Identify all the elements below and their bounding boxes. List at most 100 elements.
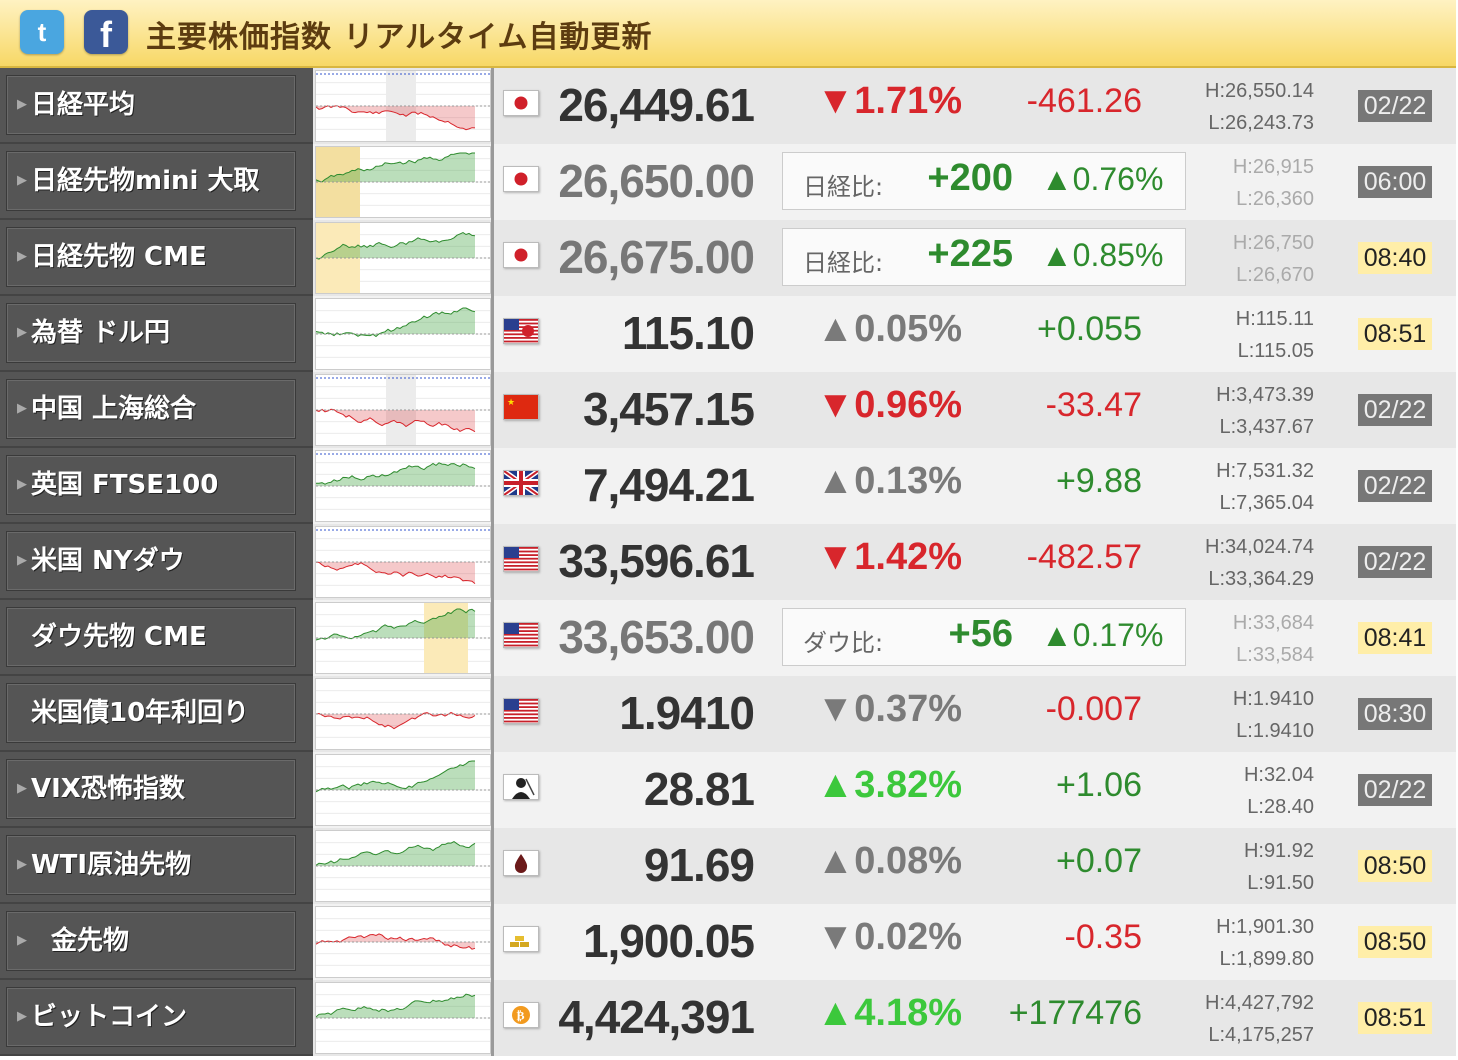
expand-triangle-icon[interactable]: ▶ <box>17 456 27 514</box>
price-value: 33,653.00 <box>558 611 755 663</box>
cn-flag-icon: ★ <box>503 394 539 420</box>
gold-flag-icon <box>503 926 539 952</box>
index-name: 日経平均 <box>31 90 136 120</box>
mini-chart[interactable] <box>315 298 491 370</box>
index-name: 米国 NYダウ <box>31 546 185 576</box>
column-divider <box>491 372 494 448</box>
expand-triangle-icon[interactable]: ▶ <box>17 532 27 590</box>
column-divider <box>491 220 494 296</box>
index-name-box[interactable]: ▶ 日経先物mini 大取 <box>6 151 296 211</box>
table-row[interactable]: ▶ VIX恐怖指数 28.81 ▲3.82% +1.06 H:32.04 L:28.40 02… <box>0 752 1456 828</box>
table-row[interactable]: ▶ ビットコイン ₿ 4,424,391 ▲4.18% +177476 H:4,427,79… <box>0 980 1456 1056</box>
high-value: H:4,427,792 <box>1205 992 1314 1014</box>
table-row[interactable]: ▶ 日経先物mini 大取 26,650.00 日経比: +200 ▲0.76% H:26,… <box>0 144 1456 220</box>
mini-chart-svg <box>315 690 490 738</box>
expand-triangle-icon[interactable]: ▶ <box>17 912 27 970</box>
expand-triangle-icon[interactable]: ▶ <box>17 76 27 134</box>
expand-triangle-icon[interactable]: ▶ <box>17 152 27 210</box>
us-flag-icon <box>503 546 539 572</box>
index-name-cell[interactable]: ▶ 金先物 <box>0 904 313 980</box>
mini-chart-svg <box>315 453 490 510</box>
mini-chart[interactable] <box>315 222 491 294</box>
index-name-cell[interactable]: ▶ WTI原油先物 <box>0 828 313 904</box>
mini-chart[interactable] <box>315 830 491 902</box>
vix-flag-icon <box>503 774 539 800</box>
index-name-box[interactable]: ▶ 為替 ドル円 <box>6 303 296 363</box>
index-name-cell[interactable]: ▶ 日経先物 CME <box>0 220 313 296</box>
index-name-box[interactable]: ▶ WTI原油先物 <box>6 835 296 895</box>
index-name-box[interactable]: ▶ 日経平均 <box>6 75 296 135</box>
expand-triangle-icon[interactable]: ▶ <box>17 380 27 438</box>
index-name-box[interactable]: ダウ先物 CME <box>6 607 296 667</box>
mini-chart[interactable] <box>315 982 491 1054</box>
page-header: t f 主要株価指数 リアルタイム自動更新 <box>0 0 1456 68</box>
high-value: H:26,750 <box>1232 232 1314 254</box>
index-name-box[interactable]: ▶ 中国 上海総合 <box>6 379 296 439</box>
expand-triangle-icon[interactable]: ▶ <box>17 760 27 818</box>
index-name-cell[interactable]: 米国債10年利回り <box>0 676 313 752</box>
table-row[interactable]: ▶ 金先物 1,900.05 ▼0.02% -0.35 H:1,901.30 L:1,899… <box>0 904 1456 980</box>
facebook-icon[interactable]: f <box>84 10 128 55</box>
table-row[interactable]: ▶ 米国 NYダウ 33,596.61 ▼1.42% -482.57 H:34,024.7… <box>0 524 1456 600</box>
table-row[interactable]: ▶ 為替 ドル円 115.10 ▲0.05% +0.055 H:115.11 L:115.0… <box>0 296 1456 372</box>
table-row[interactable]: ▶ 中国 上海総合 ★ 3,457.15 ▼0.96% -33.47 H:3,473.39 L… <box>0 372 1456 448</box>
low-value: L:26,243.73 <box>1208 112 1314 134</box>
expand-triangle-icon[interactable]: ▶ <box>17 836 27 894</box>
index-name-box[interactable]: ▶ 金先物 <box>6 911 296 971</box>
high-value: H:1,901.30 <box>1216 916 1314 938</box>
price-value: 91.69 <box>643 839 755 891</box>
index-name-cell[interactable]: ▶ 為替 ドル円 <box>0 296 313 372</box>
index-name-cell[interactable]: ▶ 日経平均 <box>0 68 313 144</box>
index-name-cell[interactable]: ▶ ビットコイン <box>0 980 313 1056</box>
mini-chart[interactable] <box>315 450 491 522</box>
index-name-box[interactable]: ▶ ビットコイン <box>6 987 296 1047</box>
mini-chart[interactable] <box>315 754 491 826</box>
index-name-box[interactable]: 米国債10年利回り <box>6 683 296 743</box>
table-row[interactable]: ▶ 英国 FTSE100 7,494.21 ▲0.13% +9.88 H:7,531.32… <box>0 448 1456 524</box>
mini-chart[interactable] <box>315 906 491 978</box>
futures-diff-value: +200 <box>927 157 1013 199</box>
index-name-box[interactable]: ▶ VIX恐怖指数 <box>6 759 296 819</box>
index-name-box[interactable]: ▶ 日経先物 CME <box>6 227 296 287</box>
index-name-cell[interactable]: ▶ 米国 NYダウ <box>0 524 313 600</box>
expand-triangle-icon[interactable]: ▶ <box>17 988 27 1046</box>
index-name-cell[interactable]: ▶ 中国 上海総合 <box>0 372 313 448</box>
index-name-cell[interactable]: ▶ 日経先物mini 大取 <box>0 144 313 220</box>
update-time: 08:51 <box>1358 318 1432 350</box>
table-row[interactable]: ▶ 日経平均 26,449.61 ▼1.71% -461.26 H:26,550.14 L:… <box>0 68 1456 144</box>
mini-chart-svg <box>315 760 490 814</box>
expand-triangle-icon[interactable]: ▶ <box>17 304 27 362</box>
index-name-box[interactable]: ▶ 米国 NYダウ <box>6 531 296 591</box>
table-row[interactable]: ▶ WTI原油先物 91.69 ▲0.08% +0.07 H:91.92 L:91.50 08… <box>0 828 1456 904</box>
mini-chart[interactable] <box>315 146 491 218</box>
us-flag-icon <box>503 698 539 724</box>
futures-diff-label: 日経比: <box>803 249 884 277</box>
change-percent: ▼1.42% <box>816 536 962 578</box>
low-value: L:28.40 <box>1247 796 1314 818</box>
futures-diff-box: ダウ比: +56 ▲0.17% <box>782 608 1186 666</box>
table-row[interactable]: 米国債10年利回り 1.9410 ▼0.37% -0.007 H:1.9410 L:1.9… <box>0 676 1456 752</box>
mini-chart[interactable] <box>315 678 491 750</box>
index-name: 為替 ドル円 <box>31 318 171 348</box>
change-percent: ▼1.71% <box>816 80 962 122</box>
update-time: 02/22 <box>1358 470 1432 502</box>
mini-chart[interactable] <box>315 602 491 674</box>
index-name-cell[interactable]: ▶ VIX恐怖指数 <box>0 752 313 828</box>
usjp-flag-icon <box>503 318 539 344</box>
expand-triangle-icon[interactable]: ▶ <box>17 228 27 286</box>
futures-diff-percent: ▲0.76% <box>1041 161 1164 197</box>
change-value: -0.007 <box>1045 690 1142 728</box>
index-name-cell[interactable]: ▶ 英国 FTSE100 <box>0 448 313 524</box>
mini-chart[interactable] <box>315 70 491 142</box>
futures-diff-percent: ▲0.17% <box>1041 617 1164 653</box>
index-name: WTI原油先物 <box>31 850 192 880</box>
column-divider <box>491 448 494 524</box>
twitter-icon[interactable]: t <box>20 10 64 54</box>
index-name-box[interactable]: ▶ 英国 FTSE100 <box>6 455 296 515</box>
index-name-cell[interactable]: ダウ先物 CME <box>0 600 313 676</box>
mini-chart[interactable] <box>315 374 491 446</box>
table-row[interactable]: ダウ先物 CME 33,653.00 ダウ比: +56 ▲0.17% H:33,684 L:… <box>0 600 1456 676</box>
mini-chart[interactable] <box>315 526 491 598</box>
update-time: 08:50 <box>1358 926 1432 958</box>
table-row[interactable]: ▶ 日経先物 CME 26,675.00 日経比: +225 ▲0.85% H:26,750… <box>0 220 1456 296</box>
